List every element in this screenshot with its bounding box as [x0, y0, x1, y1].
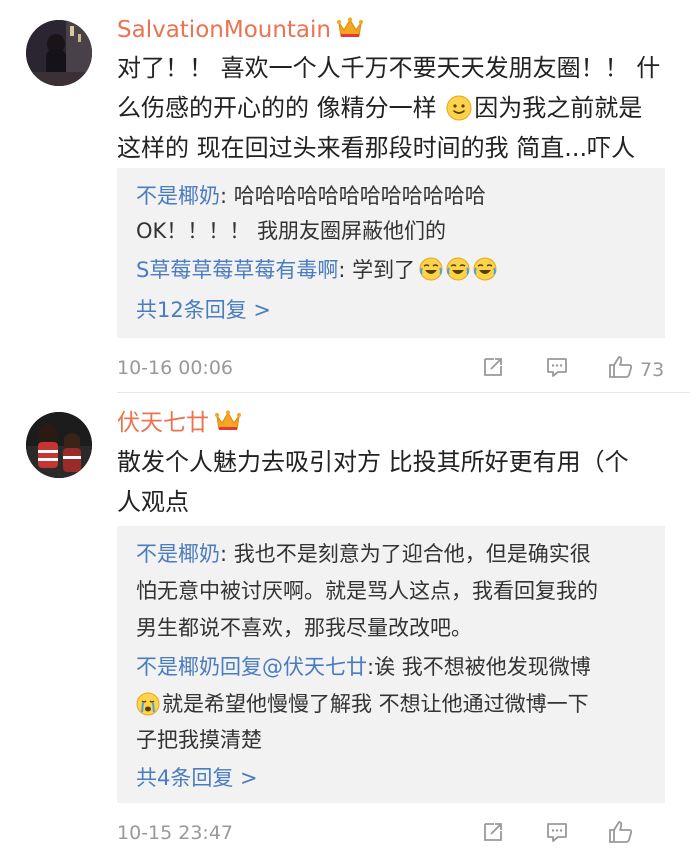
laugh-cry-emoji — [415, 257, 497, 282]
more-replies-link[interactable]: 共12条回复 > — [136, 292, 656, 329]
more-replies-link[interactable]: 共4条回复 > — [136, 760, 656, 797]
reply-line: 男生都说不喜欢，那我尽量改改吧。 — [136, 616, 472, 640]
share-button[interactable] — [481, 355, 505, 384]
username[interactable]: SalvationMountain — [117, 16, 363, 46]
comment-item: 伏天七廿 散发个人魅力去吸引对方 比投其所好更有用（个 人观点 不是椰奶: 我也… — [0, 400, 690, 863]
sad-emoji — [136, 691, 160, 716]
thumbs-up-icon — [608, 354, 634, 385]
comment-line: 人观点 — [117, 488, 189, 516]
like-button[interactable] — [608, 819, 640, 850]
crown-icon — [215, 410, 241, 439]
username-text[interactable]: SalvationMountain — [117, 17, 331, 43]
reply-line: 子把我摸清楚 — [136, 728, 262, 752]
comment-time: 10-16 00:06 — [117, 357, 234, 379]
reply-line: 就是希望他慢慢了解我 不想让他通过微博一下 — [136, 686, 656, 723]
reply-author[interactable]: 不是椰奶 — [136, 184, 220, 208]
reply-line: S草莓草莓草莓有毒啊: 学到了 — [136, 252, 656, 289]
thumbs-up-icon — [608, 819, 634, 850]
reply-line: 不是椰奶: 我也不是刻意为了迎合他，但是确实很 — [136, 542, 591, 566]
comment-text: 对了！！ 喜欢一个人千万不要天天发朋友圈！！ 什 么伤感的开心的的 像精分一样 … — [117, 48, 665, 168]
reply-author[interactable]: S草莓草莓草莓有毒啊 — [136, 258, 338, 282]
share-button[interactable] — [481, 820, 505, 849]
like-count: 73 — [640, 358, 665, 381]
comment-line: 这样的 现在回过头来看那段时间的我 简直...吓人 — [117, 134, 636, 162]
reply-box[interactable]: 不是椰奶: 我也不是刻意为了迎合他，但是确实很 怕无意中被讨厌啊。就是骂人这点，… — [117, 526, 665, 803]
divider — [117, 392, 690, 393]
avatar-photo — [26, 20, 92, 86]
comment-icon — [545, 355, 569, 384]
comment-line: 对了！！ 喜欢一个人千万不要天天发朋友圈！！ 什 — [117, 54, 661, 82]
comment-line: 散发个人魅力去吸引对方 比投其所好更有用（个 — [117, 448, 629, 476]
comment-button[interactable] — [545, 820, 569, 849]
reply-box[interactable]: 不是椰奶: 哈哈哈哈哈哈哈哈哈哈哈哈 OK！！！！ 我朋友圈屏蔽他们的 S草莓草… — [117, 168, 665, 338]
avatar-photo — [26, 412, 92, 478]
username-text[interactable]: 伏天七廿 — [117, 410, 209, 436]
crown-icon — [337, 17, 363, 46]
comment-icon — [545, 820, 569, 849]
share-icon — [481, 820, 505, 849]
comment-text: 散发个人魅力去吸引对方 比投其所好更有用（个 人观点 — [117, 442, 665, 522]
comment-button[interactable] — [545, 355, 569, 384]
comment-line: 么伤感的开心的的 像精分一样 因为我之前就是 — [117, 93, 643, 122]
reply-line: 不是椰奶: 哈哈哈哈哈哈哈哈哈哈哈哈 — [136, 184, 486, 208]
username[interactable]: 伏天七廿 — [117, 409, 241, 439]
like-button[interactable]: 73 — [608, 354, 664, 385]
reply-line: OK！！！！ 我朋友圈屏蔽他们的 — [136, 219, 446, 243]
share-icon — [481, 355, 505, 384]
reply-line: 不是椰奶回复@伏天七廿:诶 我不想被他发现微博 — [136, 655, 591, 679]
avatar[interactable] — [26, 20, 92, 86]
reply-author[interactable]: 不是椰奶 — [136, 542, 220, 566]
comment-time: 10-15 23:47 — [117, 822, 234, 844]
smile-emoji — [446, 93, 472, 121]
comment-item: SalvationMountain 对了！！ 喜欢一个人千万不要天天发朋友圈！！… — [0, 0, 690, 400]
reply-author[interactable]: 不是椰奶回复@伏天七廿 — [136, 655, 367, 679]
avatar[interactable] — [26, 412, 92, 478]
reply-line: 怕无意中被讨厌啊。就是骂人这点，我看回复我的 — [136, 579, 598, 603]
